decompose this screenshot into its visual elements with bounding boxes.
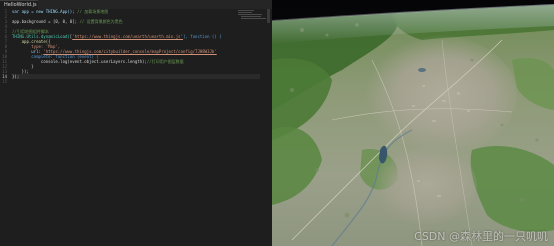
line-number-gutter: 1 2 3 4 5 6 7 8 9 10 11 12 13 14 15 xyxy=(0,9,9,246)
code-line-11: console.log(event.object.userLayers.leng… xyxy=(12,59,184,64)
terrain-map[interactable] xyxy=(272,0,554,246)
editor-tab-bar: HelloWorld.js xyxy=(0,0,272,9)
code-line-3: app.background = [0, 0, 0]; // 设置背景颜色为黑色 xyxy=(12,19,123,24)
code-token: console.log(event.object.userLayers.leng… xyxy=(40,59,147,64)
code-comment: //打印用户图层数量 xyxy=(146,59,184,64)
code-comment: // 加载场景地图 xyxy=(77,9,109,14)
code-url-link[interactable]: 'https://www.thingjs.com/uearth/uearth.m… xyxy=(72,34,183,39)
code-area[interactable]: var app = new THING.App(); // 加载场景地图 app… xyxy=(12,9,260,246)
editor-scrollbar[interactable] xyxy=(266,9,271,246)
code-editor[interactable]: HelloWorld.js 1 2 3 4 5 6 7 8 9 10 11 12… xyxy=(0,0,272,246)
code-comment: // 设置背景颜色为黑色 xyxy=(79,19,123,24)
code-token: app.background = [0, 0, 0]; xyxy=(12,19,78,24)
code-token: var app = new THING.App(); xyxy=(12,9,75,14)
map-viewer-3d[interactable]: CSDN @森林里的一只叽叽 xyxy=(272,0,554,246)
tab-helloworld-js[interactable]: HelloWorld.js xyxy=(0,0,38,9)
line-number: 15 xyxy=(2,79,7,84)
code-line-1: var app = new THING.App(); // 加载场景地图 xyxy=(12,9,108,14)
code-token: ], function () { xyxy=(183,34,222,39)
code-token: } xyxy=(31,64,34,69)
code-line-14-current: }); xyxy=(12,74,260,79)
watermark-text: CSDN @森林里的一只叽叽 xyxy=(414,230,548,243)
code-minimap[interactable] xyxy=(238,9,267,21)
scrollbar-thumb[interactable] xyxy=(267,9,270,23)
tab-label: HelloWorld.js xyxy=(4,2,37,8)
app-window: HelloWorld.js 1 2 3 4 5 6 7 8 9 10 11 12… xyxy=(0,0,554,246)
code-token: }); xyxy=(12,74,20,79)
